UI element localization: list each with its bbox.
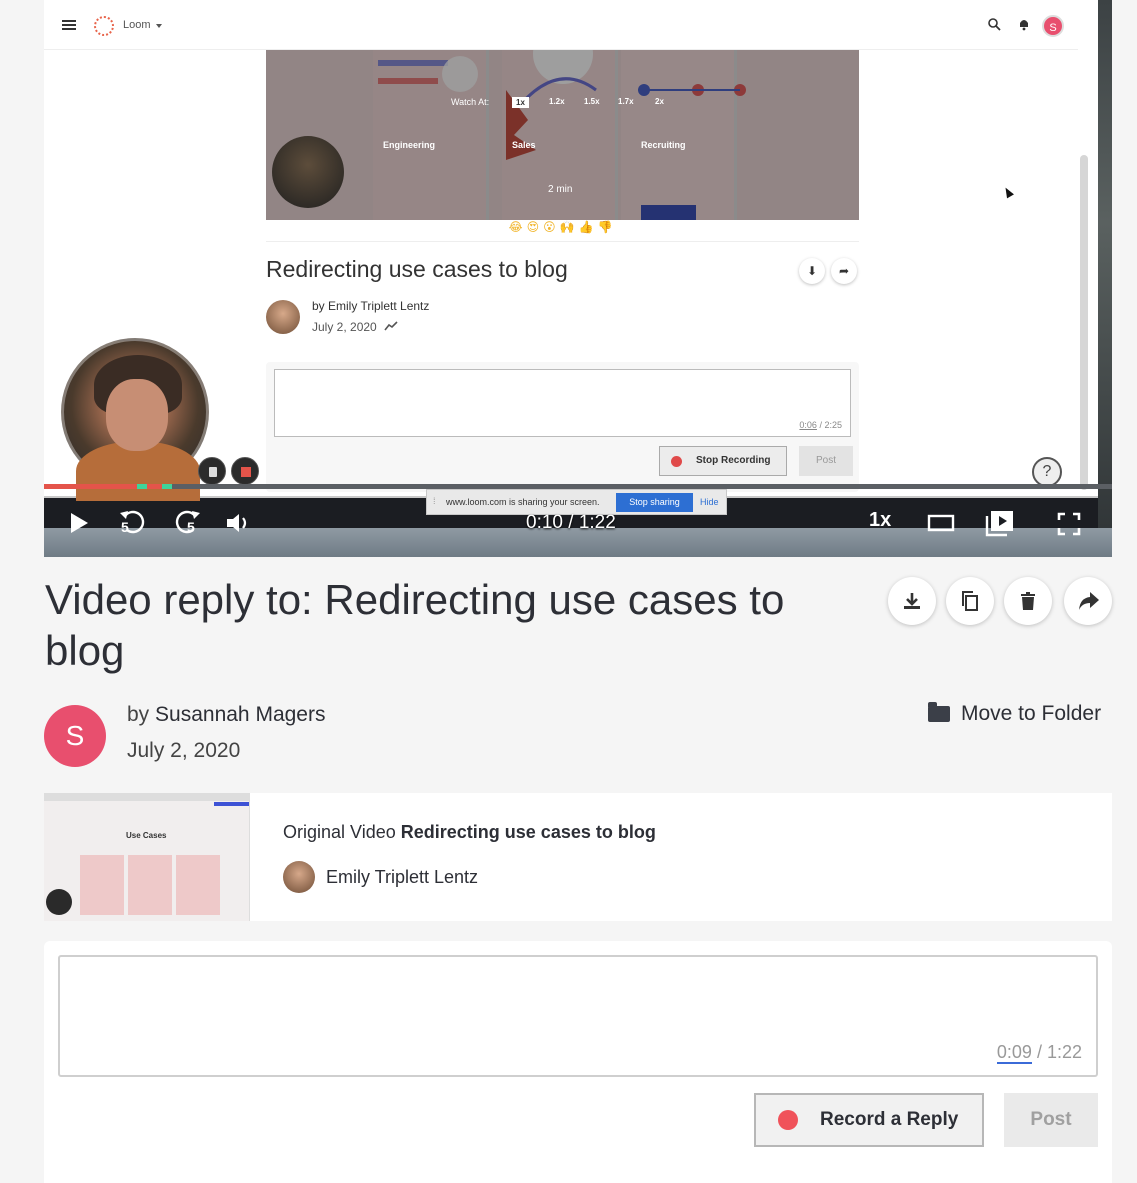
copy-icon (962, 591, 978, 611)
rewind-5-button[interactable]: 5 (118, 507, 150, 537)
play-icon[interactable] (68, 511, 90, 535)
camera-bubble (61, 338, 209, 501)
inner-camera-bubble (272, 136, 344, 208)
camera-stop-button (231, 457, 259, 485)
comment-current-time[interactable]: 0:09 (996, 1042, 1032, 1064)
category-label: Recruiting (641, 140, 686, 150)
original-author-name: Emily Triplett Lentz (326, 867, 479, 887)
rewind-seconds: 5 (121, 519, 129, 535)
inner-top-bar: Loom S (44, 0, 1078, 50)
inner-scrollbar (1080, 155, 1088, 490)
copy-button[interactable] (946, 577, 994, 625)
page-title: Video reply to: Redirecting use cases to… (45, 576, 785, 674)
move-to-folder-button[interactable]: Move to Folder (961, 702, 1101, 726)
download-button[interactable] (888, 577, 936, 625)
speed-option: 1.2x (549, 97, 565, 106)
thumb-heading: Use Cases (126, 831, 167, 840)
hide-button: Hide (700, 497, 719, 507)
publish-date: July 2, 2020 (127, 739, 241, 762)
video-player[interactable]: Loom S Watch At: 1x 1.2x 1.5x 1.7x 2x En… (44, 0, 1112, 557)
inner-video-thumbnail: Watch At: 1x 1.2x 1.5x 1.7x 2x Engineeri… (266, 50, 859, 220)
desktop-background (1098, 0, 1112, 557)
watch-at-label: Watch At: (451, 97, 490, 107)
original-video-card[interactable]: Use Cases Original Video Redirecting use… (44, 793, 1112, 921)
theater-mode-icon[interactable] (927, 513, 955, 533)
original-video-thumbnail[interactable]: Use Cases (44, 793, 250, 921)
inner-author-avatar (266, 300, 300, 334)
inner-comment-total: / 2:25 (819, 420, 842, 430)
record-dot-icon (778, 1110, 798, 1130)
comment-timestamp: 0:09 / 1:22 (996, 1042, 1082, 1064)
category-label: Sales (512, 140, 536, 150)
picture-in-picture-icon[interactable] (985, 509, 1015, 537)
record-dot-icon (671, 456, 682, 467)
share-icon (1079, 592, 1099, 610)
comment-textarea[interactable]: 0:09 / 1:22 (58, 955, 1098, 1077)
record-reply-button[interactable]: Record a Reply (754, 1093, 984, 1147)
sharing-text: www.loom.com is sharing your screen. (446, 497, 600, 507)
video-details: Video reply to: Redirecting use cases to… (44, 557, 1112, 1183)
fullscreen-icon[interactable] (1057, 512, 1081, 536)
speed-option: 2x (655, 97, 664, 106)
inner-date: July 2, 2020 (312, 320, 377, 334)
original-video-title[interactable]: Redirecting use cases to blog (401, 822, 656, 842)
reply-panel: 0:09 / 1:22 Record a Reply Post (44, 941, 1112, 1183)
search-icon (988, 18, 1001, 31)
trend-icon (384, 321, 398, 331)
original-prefix: Original Video (283, 822, 396, 842)
post-button[interactable]: Post (1004, 1093, 1098, 1147)
speed-option: 1x (512, 97, 529, 108)
duration-label: 2 min (548, 184, 573, 195)
speed-option: 1.7x (618, 97, 634, 106)
avatar: S (44, 705, 106, 767)
inner-avatar: S (1042, 15, 1064, 37)
stop-recording-label: Stop Recording (696, 455, 771, 466)
delete-button[interactable] (1004, 577, 1052, 625)
loom-logo-icon (94, 16, 114, 36)
download-icon (904, 593, 920, 609)
stop-sharing-button: Stop sharing (616, 493, 693, 512)
progress-marker (137, 484, 147, 489)
original-video-label: Original Video Redirecting use cases to … (283, 822, 656, 843)
inner-comment-time: 0:06 (799, 420, 817, 430)
category-label: Engineering (383, 140, 436, 150)
mouse-cursor-icon (1002, 185, 1014, 199)
menu-icon (62, 20, 76, 22)
progress-marker (162, 484, 172, 489)
reaction-bar: 😂😍😮🙌👍👎 (266, 220, 859, 242)
camera-delete-button (198, 457, 226, 485)
forward-5-button[interactable]: 5 (170, 507, 202, 537)
help-icon: ? (1032, 457, 1062, 487)
inner-comment-box: 0:06 / 2:25 Stop Recording Post (266, 362, 859, 492)
forward-icon (175, 510, 200, 534)
author-name[interactable]: Susannah Magers (155, 703, 325, 726)
progress-fill (44, 484, 173, 489)
folder-icon[interactable] (928, 702, 950, 722)
inner-stop-recording-button: Stop Recording (659, 446, 787, 476)
download-icon: ⬇ (799, 258, 825, 284)
author-prefix: by (127, 703, 150, 726)
volume-icon[interactable] (225, 511, 253, 535)
speed-option: 1.5x (584, 97, 600, 106)
comment-total-time: / 1:22 (1036, 1042, 1082, 1062)
chevron-down-icon (156, 24, 162, 28)
share-button[interactable] (1064, 577, 1112, 625)
inner-video-title: Redirecting use cases to blog (266, 256, 568, 282)
playback-speed-button[interactable]: 1x (869, 509, 891, 532)
original-author-avatar (283, 861, 315, 893)
inner-post-button: Post (799, 446, 853, 476)
author-line: by Susannah Magers (127, 703, 325, 727)
bell-icon (1020, 20, 1028, 31)
trash-icon (1021, 592, 1035, 610)
record-reply-label: Record a Reply (820, 1109, 959, 1130)
inner-brand: Loom (123, 19, 151, 31)
forward-seconds: 5 (187, 519, 195, 535)
inner-author: by Emily Triplett Lentz (312, 299, 430, 313)
share-icon: ➦ (831, 258, 857, 284)
time-display: 0:10 / 1:22 (526, 512, 616, 533)
